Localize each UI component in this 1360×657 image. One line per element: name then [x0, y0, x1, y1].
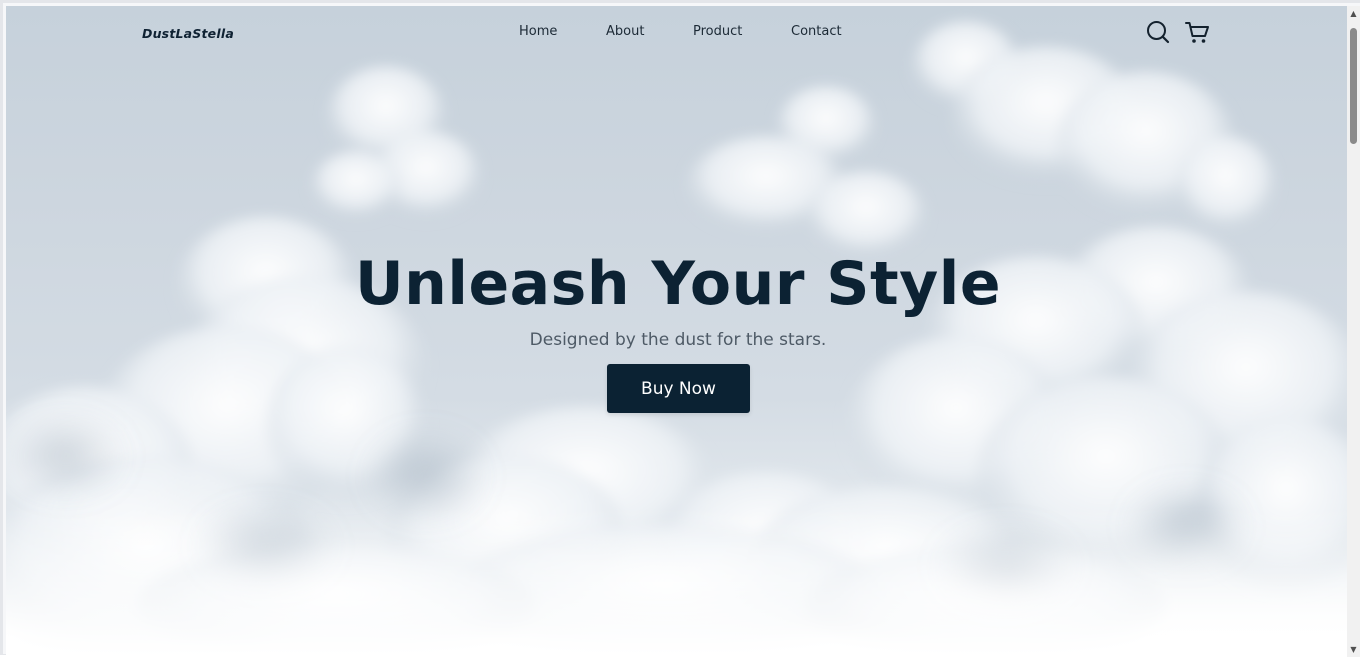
cart-icon [1185, 22, 1209, 43]
hero-subline: Designed by the dust for the stars. [529, 330, 827, 350]
cart-button[interactable] [1183, 18, 1211, 46]
page-scrollbar[interactable]: ▲ ▼ [1347, 6, 1360, 657]
nav-link-home[interactable]: Home [519, 24, 557, 39]
scrollbar-thumb[interactable] [1350, 28, 1357, 144]
hero-bottom-fade [6, 507, 1350, 657]
hero-section: DustLaStella Home About Product Contact … [6, 6, 1350, 657]
search-button[interactable] [1144, 18, 1172, 46]
browser-viewport: DustLaStella Home About Product Contact … [0, 0, 1360, 657]
search-icon [1147, 21, 1170, 44]
hero-headline: Unleash Your Style [354, 249, 1002, 319]
scroll-up-arrow-icon[interactable]: ▲ [1347, 6, 1360, 21]
buy-now-button[interactable]: Buy Now [607, 364, 750, 413]
nav-link-contact[interactable]: Contact [791, 24, 842, 39]
nav-link-about[interactable]: About [606, 24, 644, 39]
nav-link-product[interactable]: Product [693, 24, 742, 39]
